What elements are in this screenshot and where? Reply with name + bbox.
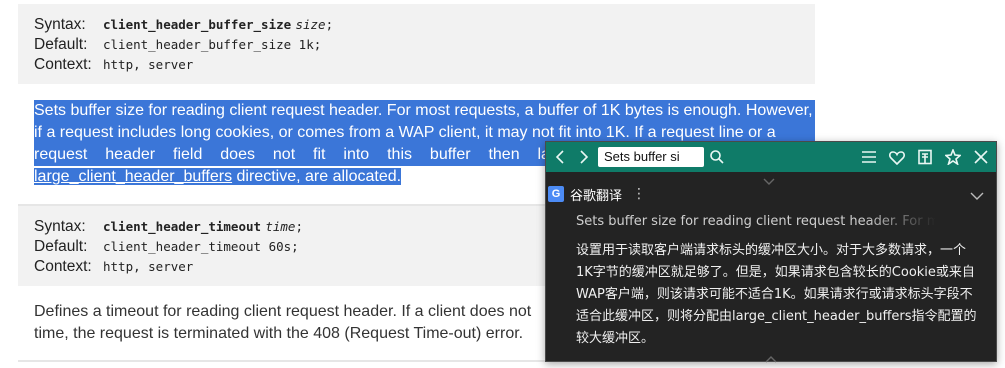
engine-menu-icon[interactable]: ⋮ (632, 186, 646, 202)
translation-line: WAP客户端，则该请求可能不适合1K。如果请求行或请求标头字段不 (576, 287, 973, 302)
context-label: Context: (34, 258, 92, 275)
default-label: Default: (34, 238, 88, 255)
chevron-down-icon[interactable] (759, 172, 779, 185)
chevron-right-icon[interactable] (572, 146, 594, 168)
syntax-row: Syntax: client_header_buffer_size size; (34, 15, 333, 34)
syntax-label: Syntax: (34, 16, 86, 33)
directive-arg: time (265, 219, 296, 234)
context-label: Context: (34, 56, 92, 73)
word: header (105, 146, 156, 163)
syntax-end: ; (295, 219, 303, 234)
directive-arg: size (295, 17, 326, 32)
google-translate-icon: G (548, 186, 564, 202)
dictionary-icon[interactable] (914, 146, 936, 168)
word: into (343, 146, 370, 163)
context-value: http, server (103, 57, 194, 72)
directive-block-buffer-size: Syntax: client_header_buffer_size size; D… (18, 4, 815, 84)
syntax-end: ; (325, 17, 334, 32)
context-value: http, server (103, 259, 194, 274)
word: buffer (429, 146, 471, 163)
search-icon[interactable] (706, 146, 728, 168)
translation-line: 1K字节的缓冲区就足够了。但是，如果请求包含较长的Cookie或来自 (576, 265, 975, 280)
default-row: Default: client_header_timeout 60s; (34, 237, 299, 256)
word: field (173, 146, 203, 163)
pin-icon[interactable] (942, 146, 964, 168)
translation-line: 设置用于读取客户端请求标头的缓冲区大小。对于大多数请求，一个 (576, 243, 967, 258)
chevron-down-icon[interactable] (970, 186, 984, 205)
translation-line: 较大缓冲区。 (576, 331, 655, 346)
close-icon[interactable] (970, 146, 992, 168)
default-label: Default: (34, 36, 88, 53)
word: request (34, 146, 88, 163)
selected-text: Sets buffer size for reading client requ… (34, 100, 815, 122)
word: this (387, 146, 413, 163)
description-line-1: Sets buffer size for reading client requ… (34, 100, 815, 122)
menu-icon[interactable] (858, 146, 880, 168)
translation-text: 设置用于读取客户端请求标头的缓冲区大小。对于大多数请求，一个 1K字节的缓冲区就… (576, 240, 977, 350)
engine-header: G 谷歌翻译 ⋮ (546, 184, 996, 204)
syntax-label: Syntax: (34, 218, 86, 235)
engine-name: 谷歌翻译 (570, 188, 623, 204)
syntax-row: Syntax: client_header_timeout time; (34, 217, 303, 236)
large-client-header-buffers-link[interactable]: large_client_header_buffers (34, 168, 232, 185)
translation-popup[interactable]: Sets buffer si G 谷歌翻译 ⋮ Sets buffer size… (545, 141, 997, 363)
default-value: client_header_timeout 60s; (103, 239, 299, 254)
word: fit (313, 146, 326, 163)
context-row: Context: http, server (34, 55, 193, 74)
directive-name: client_header_buffer_size (103, 17, 292, 32)
default-row: Default: client_header_buffer_size 1k; (34, 35, 321, 54)
chevron-left-icon[interactable] (550, 146, 572, 168)
popup-toolbar: Sets buffer si (546, 142, 996, 172)
default-value: client_header_buffer_size 1k; (103, 37, 322, 52)
heart-icon[interactable] (886, 146, 908, 168)
word: then (488, 146, 520, 163)
selected-text: directive, are allocated. (232, 168, 402, 185)
chevron-up-icon[interactable] (761, 349, 781, 363)
popup-search-input[interactable]: Sets buffer si (598, 147, 704, 167)
context-row: Context: http, server (34, 257, 193, 276)
word: not (272, 146, 296, 163)
word: does (220, 146, 255, 163)
popup-toolbar-right (858, 146, 992, 168)
source-text: Sets buffer size for reading client requ… (576, 214, 936, 229)
directive-name: client_header_timeout (103, 219, 262, 234)
translation-line: 适合此缓冲区，则将分配由large_client_header_buffers指… (576, 309, 977, 324)
